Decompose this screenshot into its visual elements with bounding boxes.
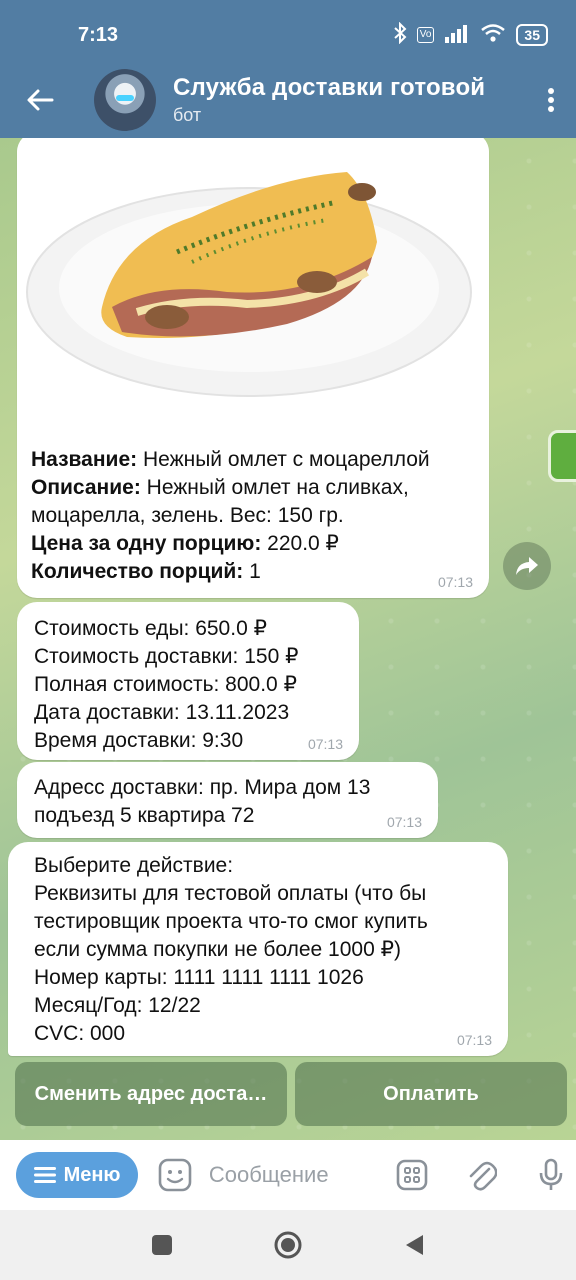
quantity-label: Количество порций: xyxy=(31,560,244,583)
total-cost-line: Полная стоимость: 800.0 ₽ xyxy=(34,673,297,696)
microphone-icon xyxy=(539,1158,563,1190)
voice-message-button[interactable] xyxy=(526,1149,576,1201)
paperclip-icon xyxy=(470,1161,498,1191)
food-cost-line: Стоимость еды: 650.0 ₽ xyxy=(34,617,267,640)
card-expiry-line: Месяц/Год: 12/22 xyxy=(34,994,201,1017)
chat-area[interactable]: Название: Нежный омлет с моцареллой Опис… xyxy=(0,138,576,1140)
top-bar: 7:13 Vo 35 Служба доставки готовой бот xyxy=(0,0,576,138)
wifi-icon xyxy=(480,23,506,48)
change-address-button[interactable]: Сменить адрес доста… xyxy=(15,1062,287,1126)
chat-subtitle: бот xyxy=(173,105,202,125)
action-text-line: если сумма покупки не более 1000 ₽) xyxy=(34,938,401,961)
action-text-line: Реквизиты для тестовой оплаты (что бы xyxy=(34,882,427,905)
address-line-2: подъезд 5 квартира 72 xyxy=(34,804,255,827)
triangle-back-icon xyxy=(406,1235,423,1255)
volte-icon: Vo xyxy=(416,27,435,43)
battery-indicator: 35 xyxy=(516,24,548,46)
name-value: Нежный омлет с моцареллой xyxy=(137,448,430,471)
square-icon xyxy=(152,1235,172,1255)
menu-label: Меню xyxy=(63,1163,121,1186)
product-name-row: Название: Нежный омлет с моцареллой xyxy=(31,446,487,474)
product-details: Название: Нежный омлет с моцареллой Опис… xyxy=(31,446,487,586)
action-prompt: Выберите действие: xyxy=(34,854,234,877)
action-text-line: тестировщик проекта что-то смог купить xyxy=(34,910,428,933)
more-vertical-icon xyxy=(548,88,554,112)
attach-button[interactable] xyxy=(457,1149,507,1201)
message-input[interactable] xyxy=(208,1162,369,1188)
delivery-time-line: Время доставки: 9:30 xyxy=(34,729,244,752)
card-number-line: Номер карты: 1111 1111 1111 1026 xyxy=(34,966,364,989)
back-nav-button[interactable] xyxy=(394,1225,434,1265)
product-photo[interactable] xyxy=(17,138,489,432)
circle-icon xyxy=(274,1231,302,1259)
side-sticker-icon[interactable] xyxy=(548,430,576,482)
system-nav-bar xyxy=(0,1210,576,1280)
address-line-1: Адресс доставки: пр. Мира дом 13 xyxy=(34,776,371,799)
bot-menu-button[interactable]: Меню xyxy=(16,1152,139,1198)
address-message[interactable]: Адресс доставки: пр. Мира дом 13 подъезд… xyxy=(17,762,438,838)
arrow-left-icon xyxy=(27,89,54,111)
name-label: Название: xyxy=(31,448,138,471)
product-message[interactable]: Название: Нежный омлет с моцареллой Опис… xyxy=(17,138,489,598)
back-button[interactable] xyxy=(0,65,80,135)
inline-keyboard: Сменить адрес доста… Оплатить xyxy=(15,1062,567,1126)
description-label: Описание: xyxy=(31,476,141,499)
grid-icon xyxy=(396,1159,428,1191)
sticker-button[interactable] xyxy=(156,1155,195,1195)
action-message[interactable]: Выберите действие: Реквизиты для тестово… xyxy=(8,842,508,1056)
status-icons: Vo 35 xyxy=(393,21,548,49)
message-time: 07:13 xyxy=(307,736,343,752)
message-time: 07:13 xyxy=(456,1032,492,1048)
keyboard-buttons-toggle[interactable] xyxy=(387,1149,437,1201)
product-quantity-row: Количество порций: 1 xyxy=(31,558,487,586)
price-value: 220.0 ₽ xyxy=(261,532,339,555)
pay-button[interactable]: Оплатить xyxy=(295,1062,567,1126)
home-button[interactable] xyxy=(268,1225,308,1265)
chat-header: Служба доставки готовой бот xyxy=(0,62,576,138)
product-price-row: Цена за одну порцию: 220.0 ₽ xyxy=(31,530,487,558)
share-arrow-icon xyxy=(516,557,538,575)
chat-title: Служба доставки готовой xyxy=(173,74,486,101)
status-time: 7:13 xyxy=(78,23,119,46)
chat-title-block[interactable]: Служба доставки готовой бот xyxy=(173,74,526,126)
menu-icon xyxy=(33,1167,56,1183)
product-description-row: Описание: Нежный омлет на сливках, моцар… xyxy=(31,474,487,530)
omelette-image xyxy=(26,172,472,397)
message-input-bar: Меню xyxy=(0,1140,576,1210)
share-button[interactable] xyxy=(503,542,551,590)
card-cvc-line: CVC: 000 xyxy=(34,1022,126,1045)
more-options-button[interactable] xyxy=(526,65,576,135)
bot-avatar[interactable] xyxy=(94,69,156,131)
cost-message[interactable]: Стоимость еды: 650.0 ₽ Стоимость доставк… xyxy=(17,602,359,760)
delivery-cost-line: Стоимость доставки: 150 ₽ xyxy=(34,645,299,668)
message-time: 07:13 xyxy=(386,814,422,830)
delivery-date-line: Дата доставки: 13.11.2023 xyxy=(34,701,290,724)
signal-icon xyxy=(444,23,470,48)
status-bar: 7:13 Vo 35 xyxy=(0,0,576,70)
bluetooth-icon xyxy=(393,21,407,49)
quantity-value: 1 xyxy=(243,560,261,583)
message-time: 07:13 xyxy=(437,574,473,590)
sticker-icon xyxy=(159,1158,192,1192)
recent-apps-button[interactable] xyxy=(142,1225,182,1265)
price-label: Цена за одну порцию: xyxy=(31,532,262,555)
